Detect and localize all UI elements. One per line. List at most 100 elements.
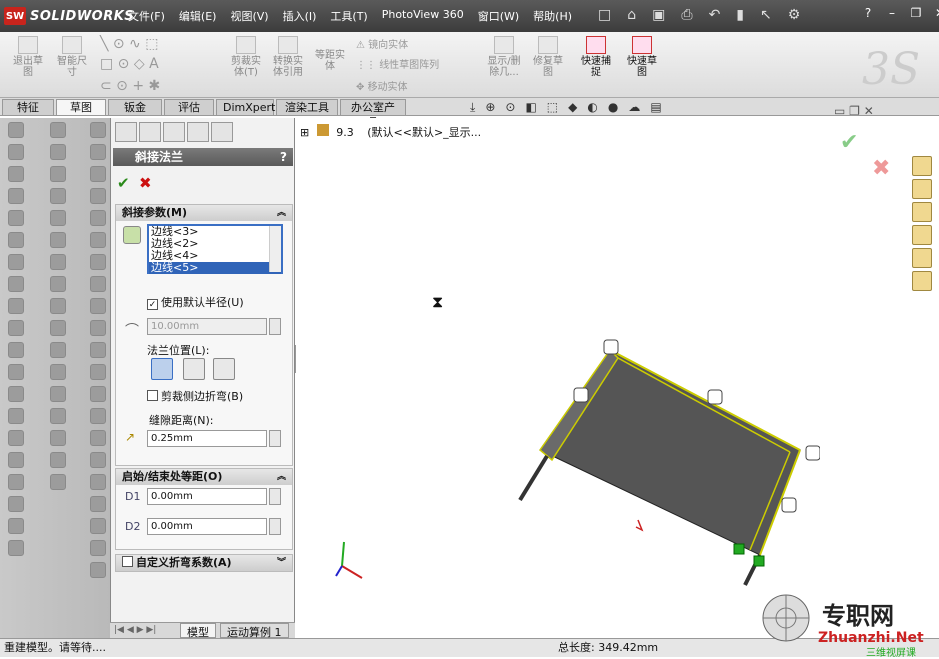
collapse-icon[interactable]: ︽ xyxy=(277,469,286,485)
menu-window[interactable]: 窗口(W) xyxy=(478,8,519,24)
tab-office-products[interactable]: 办公室产品 xyxy=(340,99,406,129)
trim-side-bends-checkbox[interactable]: 剪裁侧边折弯(B) xyxy=(147,388,243,404)
cancel-button[interactable]: ✖ xyxy=(139,174,152,192)
checkbox-unchecked-icon[interactable] xyxy=(122,556,133,567)
view-settings-icon[interactable]: ▤ xyxy=(650,100,661,115)
convert-entities-button[interactable]: 转换实 体引用 xyxy=(270,36,306,78)
restore-icon[interactable]: ❐ xyxy=(908,6,924,20)
rectangle-icon[interactable]: □ ⊙ ◇ A xyxy=(100,56,159,72)
menu-file[interactable]: 文件(F) xyxy=(128,8,165,24)
ok-button[interactable]: ✔ xyxy=(117,174,130,192)
menu-insert[interactable]: 插入(I) xyxy=(283,8,317,24)
appearances-icon[interactable] xyxy=(912,248,932,268)
edge-callout-icon[interactable] xyxy=(707,389,723,405)
edge-callout-icon[interactable] xyxy=(573,387,589,403)
viewport-window-controls[interactable]: ▭ ❐ ✕ xyxy=(834,104,874,118)
tab-features[interactable]: 特征 xyxy=(2,99,54,115)
start-offset-spinner[interactable] xyxy=(269,488,281,505)
tab-dimxpert[interactable]: DimXpert xyxy=(216,99,275,115)
menu-tools[interactable]: 工具(T) xyxy=(330,8,367,24)
tab-sketch[interactable]: 草图 xyxy=(56,99,106,115)
view-palette-icon[interactable] xyxy=(912,225,932,245)
move-entities-button[interactable]: ✥ 移动实体 xyxy=(356,78,408,93)
end-offset-field[interactable]: 0.00mm xyxy=(147,518,267,535)
select-icon[interactable]: ↖ xyxy=(760,7,772,23)
zoom-fit-icon[interactable]: ⊕ xyxy=(485,100,495,115)
collapse-icon[interactable]: ︽ xyxy=(277,205,286,221)
tree-expand-icon[interactable]: ⊞ xyxy=(300,126,309,139)
tab-motion-study[interactable]: 运动算例 1 xyxy=(220,623,289,639)
exit-sketch-button[interactable]: 退出草 图 xyxy=(8,36,48,78)
display-manager-tab[interactable] xyxy=(211,122,233,142)
mirror-entities-button[interactable]: ⚠ 镜向实体 xyxy=(356,36,408,51)
list-item-selected[interactable]: 边线<5> xyxy=(149,262,281,274)
menu-help[interactable]: 帮助(H) xyxy=(533,8,572,24)
edge-selection-list[interactable]: 边线<3> 边线<2> 边线<4> 边线<5> xyxy=(147,224,283,274)
edge-callout-icon[interactable] xyxy=(603,339,619,355)
hide-show-icon[interactable]: ◐ xyxy=(587,100,597,115)
display-style-icon[interactable]: ◆ xyxy=(568,100,577,115)
resources-icon[interactable] xyxy=(912,156,932,176)
edit-appearance-icon[interactable]: ● xyxy=(608,100,618,115)
list-scrollbar[interactable] xyxy=(269,226,281,272)
slot-icon[interactable]: ⊂ ⊙ + ✱ xyxy=(100,78,160,94)
line-icon[interactable]: ╲ ⊙ ∿ ⬚ xyxy=(100,36,158,52)
gap-distance-spinner[interactable] xyxy=(269,430,281,447)
menu-view[interactable]: 视图(V) xyxy=(230,8,268,24)
offset-entities-button[interactable]: 等距实 体 xyxy=(312,50,348,72)
gap-distance-field[interactable]: 0.25mm xyxy=(147,430,267,447)
print-icon[interactable]: ⎙ xyxy=(681,7,692,23)
custom-properties-icon[interactable] xyxy=(912,271,932,291)
part-name[interactable]: 9.3 xyxy=(336,126,354,139)
design-library-icon[interactable] xyxy=(912,179,932,199)
open-icon[interactable]: ⌂ xyxy=(627,7,636,23)
start-offset-field[interactable]: 0.00mm xyxy=(147,488,267,505)
minimize-icon[interactable]: – xyxy=(884,6,900,20)
tab-model[interactable]: 模型 xyxy=(180,623,216,639)
edge-callout-icon[interactable] xyxy=(805,445,820,461)
property-manager-tab[interactable] xyxy=(139,122,161,142)
bend-outside-button[interactable] xyxy=(213,358,235,380)
scene-icon[interactable]: ☁ xyxy=(628,100,640,115)
zoom-area-icon[interactable]: ⊙ xyxy=(505,100,515,115)
help-icon[interactable]: ? xyxy=(860,6,876,20)
view-orientation-icon[interactable]: ⬚ xyxy=(547,100,558,115)
bend-radius-field[interactable]: 10.00mm xyxy=(147,318,267,335)
previous-view-icon[interactable]: ⤓ xyxy=(470,100,475,115)
handle-icon[interactable] xyxy=(753,555,765,567)
group-header[interactable]: 启始/结束处等距(O) ︽ xyxy=(116,469,292,485)
material-outside-button[interactable] xyxy=(183,358,205,380)
bend-radius-spinner[interactable] xyxy=(269,318,281,335)
tab-sheet-metal[interactable]: 钣金 xyxy=(108,99,162,115)
trim-entities-button[interactable]: 剪裁实 体(T) xyxy=(228,36,264,78)
smart-dimension-button[interactable]: 智能尺 寸 xyxy=(52,36,92,78)
use-default-radius-checkbox[interactable]: ✓ 使用默认半径(U) xyxy=(147,294,244,310)
material-inside-button[interactable] xyxy=(151,358,173,380)
display-delete-relations-button[interactable]: 显示/删 除几... xyxy=(484,36,524,78)
tab-nav-arrows[interactable]: |◀ ◀ ▶ ▶| xyxy=(114,625,156,635)
end-offset-spinner[interactable] xyxy=(269,518,281,535)
section-view-icon[interactable]: ◧ xyxy=(525,100,536,115)
file-explorer-icon[interactable] xyxy=(912,202,932,222)
tab-render-tools[interactable]: 渲染工具 xyxy=(276,99,338,115)
close-icon[interactable]: ✕ xyxy=(932,6,939,20)
group-header[interactable]: 自定义折弯系数(A) ︾ xyxy=(116,555,292,571)
options-icon[interactable]: ⚙ xyxy=(788,7,801,23)
rapid-sketch-button[interactable]: 快速草 图 xyxy=(622,36,662,78)
new-file-icon[interactable]: □ xyxy=(598,7,611,23)
linear-pattern-button[interactable]: ⋮⋮ 线性草图阵列 xyxy=(356,56,439,71)
configuration-manager-tab[interactable] xyxy=(163,122,185,142)
repair-sketch-button[interactable]: 修复草 图 xyxy=(530,36,566,78)
save-icon[interactable]: ▣ xyxy=(652,7,665,23)
tab-evaluate[interactable]: 评估 xyxy=(164,99,214,115)
confirm-cancel-icon[interactable]: ✖ xyxy=(872,156,890,181)
handle-icon[interactable] xyxy=(733,543,745,555)
edge-callout-icon[interactable] xyxy=(781,497,797,513)
group-header[interactable]: 斜接参数(M) ︽ xyxy=(116,205,292,221)
undo-icon[interactable]: ↶ xyxy=(709,7,721,23)
feature-manager-tab[interactable] xyxy=(115,122,137,142)
menu-photoview[interactable]: PhotoView 360 xyxy=(382,8,464,24)
menu-edit[interactable]: 编辑(E) xyxy=(179,8,217,24)
help-button[interactable]: ? xyxy=(280,148,287,166)
rebuild-icon[interactable]: ▮ xyxy=(736,7,744,23)
